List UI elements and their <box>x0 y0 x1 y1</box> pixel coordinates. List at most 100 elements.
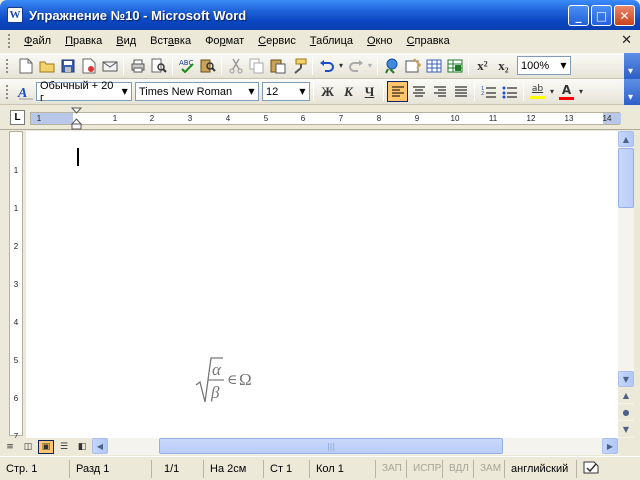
formula-element-of: ∈ <box>227 372 237 388</box>
tab-selector-button[interactable]: L <box>10 110 25 125</box>
italic-button[interactable]: К <box>338 81 359 102</box>
undo-icon[interactable] <box>316 55 337 76</box>
highlight-icon[interactable]: ab <box>527 81 548 102</box>
status-ext[interactable]: ВДЛ <box>443 459 474 478</box>
indent-marker-icon[interactable] <box>71 107 83 131</box>
cut-icon[interactable] <box>225 55 246 76</box>
undo-dropdown-icon[interactable]: ▾ <box>337 55 345 76</box>
menu-file[interactable]: Файл <box>17 35 58 47</box>
toolbar-options-button[interactable] <box>624 53 640 79</box>
document-page[interactable]: α β ∈ Ω <box>26 131 618 438</box>
menu-tools[interactable]: Сервис <box>251 35 303 47</box>
toolbar-separator <box>474 82 475 101</box>
maximize-button[interactable]: □ <box>591 5 612 26</box>
font-size-select[interactable]: 12 ▼ <box>262 82 310 101</box>
copy-icon[interactable] <box>246 55 267 76</box>
vertical-ruler[interactable]: 1 1 2 3 4 5 6 7 <box>9 131 23 441</box>
menu-view[interactable]: Вид <box>109 35 143 47</box>
scroll-right-button[interactable]: ▶ <box>602 438 618 454</box>
insert-table-icon[interactable] <box>423 55 444 76</box>
permission-icon[interactable] <box>78 55 99 76</box>
horizontal-ruler[interactable]: 1 1 2 3 4 5 6 7 8 9 10 11 12 13 14 <box>30 107 621 130</box>
close-document-button[interactable]: ✕ <box>621 33 632 48</box>
print-icon[interactable] <box>127 55 148 76</box>
previous-page-button[interactable]: ▲ <box>618 387 634 403</box>
hyperlink-icon[interactable] <box>381 55 402 76</box>
status-trk[interactable]: ИСПР <box>407 459 443 478</box>
toolbar-grip[interactable] <box>6 58 9 73</box>
align-center-button[interactable] <box>408 81 429 102</box>
align-left-button[interactable] <box>387 81 408 102</box>
font-color-icon[interactable]: A <box>556 81 577 102</box>
research-icon[interactable] <box>197 55 218 76</box>
print-layout-button[interactable]: ▣ <box>38 439 54 454</box>
print-preview-icon[interactable] <box>148 55 169 76</box>
chevron-down-icon[interactable]: ▼ <box>118 83 131 100</box>
status-ovr[interactable]: ЗАМ <box>474 459 505 478</box>
horizontal-scrollbar[interactable]: ◀ ||| ▶ <box>92 438 618 455</box>
underline-button[interactable]: Ч <box>359 81 380 102</box>
vertical-scrollbar[interactable]: ▲ ▼ ▲ ● ▼ <box>618 131 634 438</box>
browse-object-button[interactable]: ● <box>618 404 634 420</box>
status-rec[interactable]: ЗАП <box>376 459 407 478</box>
minimize-button[interactable]: _ <box>568 5 589 26</box>
chevron-down-icon[interactable]: ▼ <box>296 83 309 100</box>
vertical-scroll-thumb[interactable] <box>618 148 634 208</box>
menu-table[interactable]: Таблица <box>303 35 360 47</box>
bold-button[interactable]: Ж <box>317 81 338 102</box>
paste-icon[interactable] <box>267 55 288 76</box>
align-right-button[interactable] <box>429 81 450 102</box>
numbering-button[interactable]: 12 <box>478 81 499 102</box>
style-select[interactable]: Обычный + 20 г ▼ <box>36 80 132 104</box>
zoom-select[interactable]: 100% ▼ <box>517 56 571 75</box>
scroll-left-button[interactable]: ◀ <box>92 438 108 454</box>
menu-edit[interactable]: Правка <box>58 35 109 47</box>
reading-layout-button[interactable]: ◧ <box>74 440 90 454</box>
chevron-down-icon[interactable]: ▼ <box>245 83 258 100</box>
menu-format[interactable]: Формат <box>198 35 251 47</box>
font-select[interactable]: Times New Roman ▼ <box>135 82 259 101</box>
open-folder-icon[interactable] <box>36 55 57 76</box>
justify-button[interactable] <box>450 81 471 102</box>
menu-insert[interactable]: Вставка <box>143 35 198 47</box>
word-app-icon[interactable]: W <box>7 7 23 23</box>
superscript-button[interactable]: x² <box>472 55 493 76</box>
bullets-button[interactable] <box>499 81 520 102</box>
font-color-bar <box>559 96 574 100</box>
equation-object[interactable]: α β ∈ Ω <box>194 353 264 407</box>
spelling-status-icon[interactable] <box>577 460 617 478</box>
email-icon[interactable] <box>99 55 120 76</box>
chevron-down-icon[interactable]: ▼ <box>557 57 570 74</box>
scroll-down-button[interactable]: ▼ <box>618 371 634 387</box>
insert-excel-sheet-icon[interactable] <box>444 55 465 76</box>
toolbar-options-button[interactable] <box>624 79 640 105</box>
menu-help[interactable]: Справка <box>400 35 457 47</box>
highlight-dropdown-icon[interactable]: ▾ <box>548 81 556 102</box>
toolbar-grip[interactable] <box>6 84 9 99</box>
subscript-button[interactable]: x₂ <box>493 55 514 76</box>
menu-window[interactable]: Окно <box>360 35 400 47</box>
ruler-number: 2 <box>13 242 19 251</box>
spelling-icon[interactable]: ABC <box>176 55 197 76</box>
save-icon[interactable] <box>57 55 78 76</box>
format-painter-icon[interactable] <box>288 55 309 76</box>
status-language[interactable]: английский <box>505 459 577 478</box>
tables-borders-icon[interactable] <box>402 55 423 76</box>
normal-view-button[interactable]: ≡ <box>2 440 18 454</box>
new-document-icon[interactable] <box>15 55 36 76</box>
scroll-up-button[interactable]: ▲ <box>618 131 634 147</box>
redo-dropdown-icon[interactable]: ▾ <box>366 55 374 76</box>
next-page-button[interactable]: ▼ <box>618 421 634 437</box>
redo-icon[interactable] <box>345 55 366 76</box>
horizontal-scroll-thumb[interactable]: ||| <box>159 438 503 454</box>
ruler-number: 1 <box>13 204 19 213</box>
outline-view-button[interactable]: ☰ <box>56 440 72 454</box>
toolbar-separator <box>313 82 314 101</box>
ruler-number: 4 <box>225 114 231 123</box>
menu-grip[interactable] <box>8 34 11 48</box>
styles-formatting-icon[interactable]: A <box>15 81 36 102</box>
font-color-dropdown-icon[interactable]: ▾ <box>577 81 585 102</box>
close-button[interactable]: ✕ <box>614 5 635 26</box>
web-layout-button[interactable]: ◫ <box>20 440 36 454</box>
ruler-number: 6 <box>13 394 19 403</box>
